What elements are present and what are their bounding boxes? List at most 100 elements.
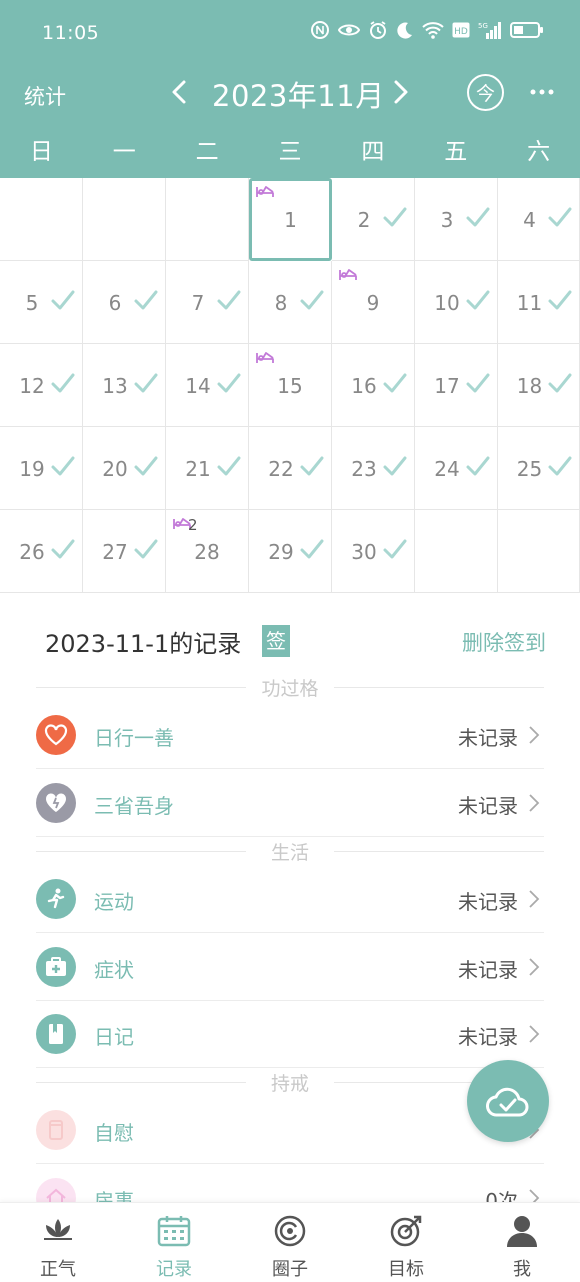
nav-circle-label: 圈子 bbox=[272, 1259, 308, 1280]
row-good-deed-value: 未记录 bbox=[458, 726, 518, 750]
nav-target-label: 目标 bbox=[388, 1259, 424, 1280]
row-self-comfort-label: 自慰 bbox=[94, 1121, 134, 1145]
signal-icon: 5G bbox=[478, 22, 501, 39]
weekday-sat: 六 bbox=[527, 139, 551, 165]
calendar-empty-cell bbox=[166, 178, 249, 261]
hd-icon: HD bbox=[452, 22, 470, 38]
weekday-thu: 四 bbox=[361, 139, 385, 165]
weekday-mon: 一 bbox=[112, 139, 136, 165]
calendar-day-8[interactable]: 8 bbox=[249, 261, 332, 344]
svg-text:5G: 5G bbox=[478, 22, 488, 30]
calendar-day-14[interactable]: 14 bbox=[166, 344, 249, 427]
month-nav: 统计 2023年11月 今 bbox=[0, 68, 580, 118]
nav-record[interactable]: 记录 bbox=[116, 1203, 232, 1282]
calendar-day-11[interactable]: 11 bbox=[498, 261, 580, 344]
calendar-grid: 1 2 3 4 5 6 7 8 9 10 11 12 13 14 15 16 17 18 19 20 21 22 23 24 2… bbox=[0, 178, 580, 593]
calendar-empty-cell bbox=[498, 510, 580, 593]
cloud-check-icon bbox=[486, 1087, 529, 1117]
cloud-sync-button[interactable] bbox=[467, 1060, 549, 1142]
row-good-deed[interactable]: 日行一善 未记录 bbox=[36, 701, 544, 769]
row-exercise-value: 未记录 bbox=[458, 890, 518, 914]
moon-icon bbox=[397, 22, 412, 39]
running-icon bbox=[36, 879, 76, 919]
calendar-day-25[interactable]: 25 bbox=[498, 427, 580, 510]
row-diary-value: 未记录 bbox=[458, 1025, 518, 1049]
sign-badge: 签 bbox=[262, 625, 290, 657]
calendar-empty-cell bbox=[83, 178, 166, 261]
weekday-row: 日 一 二 三 四 五 六 bbox=[0, 126, 580, 178]
row-exercise-label: 运动 bbox=[94, 890, 134, 914]
marker-count: 2 bbox=[188, 516, 198, 534]
nav-zhengqi[interactable]: 正气 bbox=[0, 1203, 116, 1282]
calendar-empty-cell bbox=[0, 178, 83, 261]
chevron-right-icon bbox=[529, 794, 540, 812]
checkmark-icon bbox=[299, 289, 325, 311]
app-header: 11:05 HD 5G 统计 2023年11月 今 日 一 二 三 四 五 六 bbox=[0, 0, 580, 178]
weekday-tue: 二 bbox=[195, 139, 219, 165]
wifi-icon bbox=[422, 22, 444, 39]
row-reflect-value: 未记录 bbox=[458, 794, 518, 818]
chevron-left-icon[interactable] bbox=[166, 74, 192, 110]
person-icon bbox=[507, 1216, 537, 1247]
status-icons: HD 5G bbox=[310, 20, 544, 40]
status-time: 11:05 bbox=[42, 22, 100, 44]
nav-record-label: 记录 bbox=[156, 1259, 192, 1280]
medkit-icon bbox=[36, 947, 76, 987]
today-button[interactable]: 今 bbox=[467, 74, 504, 111]
weekday-fri: 五 bbox=[444, 139, 468, 165]
bottom-nav: 正气 记录 圈子 目标 我 bbox=[0, 1202, 580, 1282]
row-diary[interactable]: 日记 未记录 bbox=[36, 1000, 544, 1068]
cup-icon bbox=[36, 1110, 76, 1150]
row-reflect[interactable]: 三省吾身 未记录 bbox=[36, 769, 544, 837]
lotus-icon bbox=[44, 1219, 72, 1240]
nfc-icon bbox=[311, 21, 329, 39]
checkmark-icon bbox=[547, 289, 573, 311]
more-icon[interactable] bbox=[528, 80, 556, 104]
row-symptom-label: 症状 bbox=[94, 958, 134, 982]
target-icon bbox=[390, 1215, 422, 1247]
stats-button[interactable]: 统计 bbox=[24, 81, 66, 111]
row-exercise[interactable]: 运动 未记录 bbox=[36, 865, 544, 933]
weekday-wed: 三 bbox=[278, 139, 302, 165]
calendar-day-27[interactable]: 27 bbox=[83, 510, 166, 593]
bed-marker-icon bbox=[255, 347, 275, 365]
section-merit: 功过格 bbox=[36, 672, 544, 702]
checkmark-icon bbox=[216, 372, 242, 394]
nav-target[interactable]: 目标 bbox=[348, 1203, 464, 1282]
circle-icon bbox=[274, 1215, 306, 1247]
row-diary-label: 日记 bbox=[94, 1025, 134, 1049]
heart-icon bbox=[36, 715, 76, 755]
chevron-right-icon bbox=[529, 890, 540, 908]
calendar-day-18[interactable]: 18 bbox=[498, 344, 580, 427]
battery-icon bbox=[510, 22, 543, 38]
delete-sign-button[interactable]: 删除签到 bbox=[462, 627, 546, 657]
row-reflect-label: 三省吾身 bbox=[94, 794, 174, 818]
eye-icon bbox=[338, 24, 360, 36]
nav-zhengqi-label: 正气 bbox=[40, 1259, 76, 1280]
section-merit-label: 功过格 bbox=[261, 678, 319, 700]
row-good-deed-label: 日行一善 bbox=[94, 726, 174, 750]
nav-circle[interactable]: 圈子 bbox=[232, 1203, 348, 1282]
nav-me[interactable]: 我 bbox=[464, 1203, 580, 1282]
section-life: 生活 bbox=[36, 836, 544, 866]
row-symptom-value: 未记录 bbox=[458, 958, 518, 982]
chevron-right-icon bbox=[529, 958, 540, 976]
calendar-empty-cell bbox=[415, 510, 498, 593]
checkmark-icon bbox=[382, 538, 408, 560]
calendar-day-4[interactable]: 4 bbox=[498, 178, 580, 261]
status-bar: 11:05 HD 5G bbox=[0, 0, 580, 68]
nav-me-label: 我 bbox=[513, 1259, 531, 1280]
chevron-right-icon[interactable] bbox=[388, 74, 414, 110]
record-header: 2023-11-1的记录 签 删除签到 bbox=[0, 620, 580, 664]
record-title: 2023-11-1的记录 bbox=[45, 630, 242, 658]
calendar-day-30[interactable]: 30 bbox=[332, 510, 415, 593]
checkmark-icon bbox=[133, 538, 159, 560]
weekday-sun: 日 bbox=[29, 139, 53, 165]
checkmark-icon bbox=[547, 206, 573, 228]
checkmark-icon bbox=[547, 455, 573, 477]
chevron-right-icon bbox=[529, 726, 540, 744]
book-icon bbox=[36, 1014, 76, 1054]
row-symptom[interactable]: 症状 未记录 bbox=[36, 933, 544, 1001]
section-life-label: 生活 bbox=[270, 842, 309, 864]
bed-marker-icon bbox=[255, 181, 275, 199]
